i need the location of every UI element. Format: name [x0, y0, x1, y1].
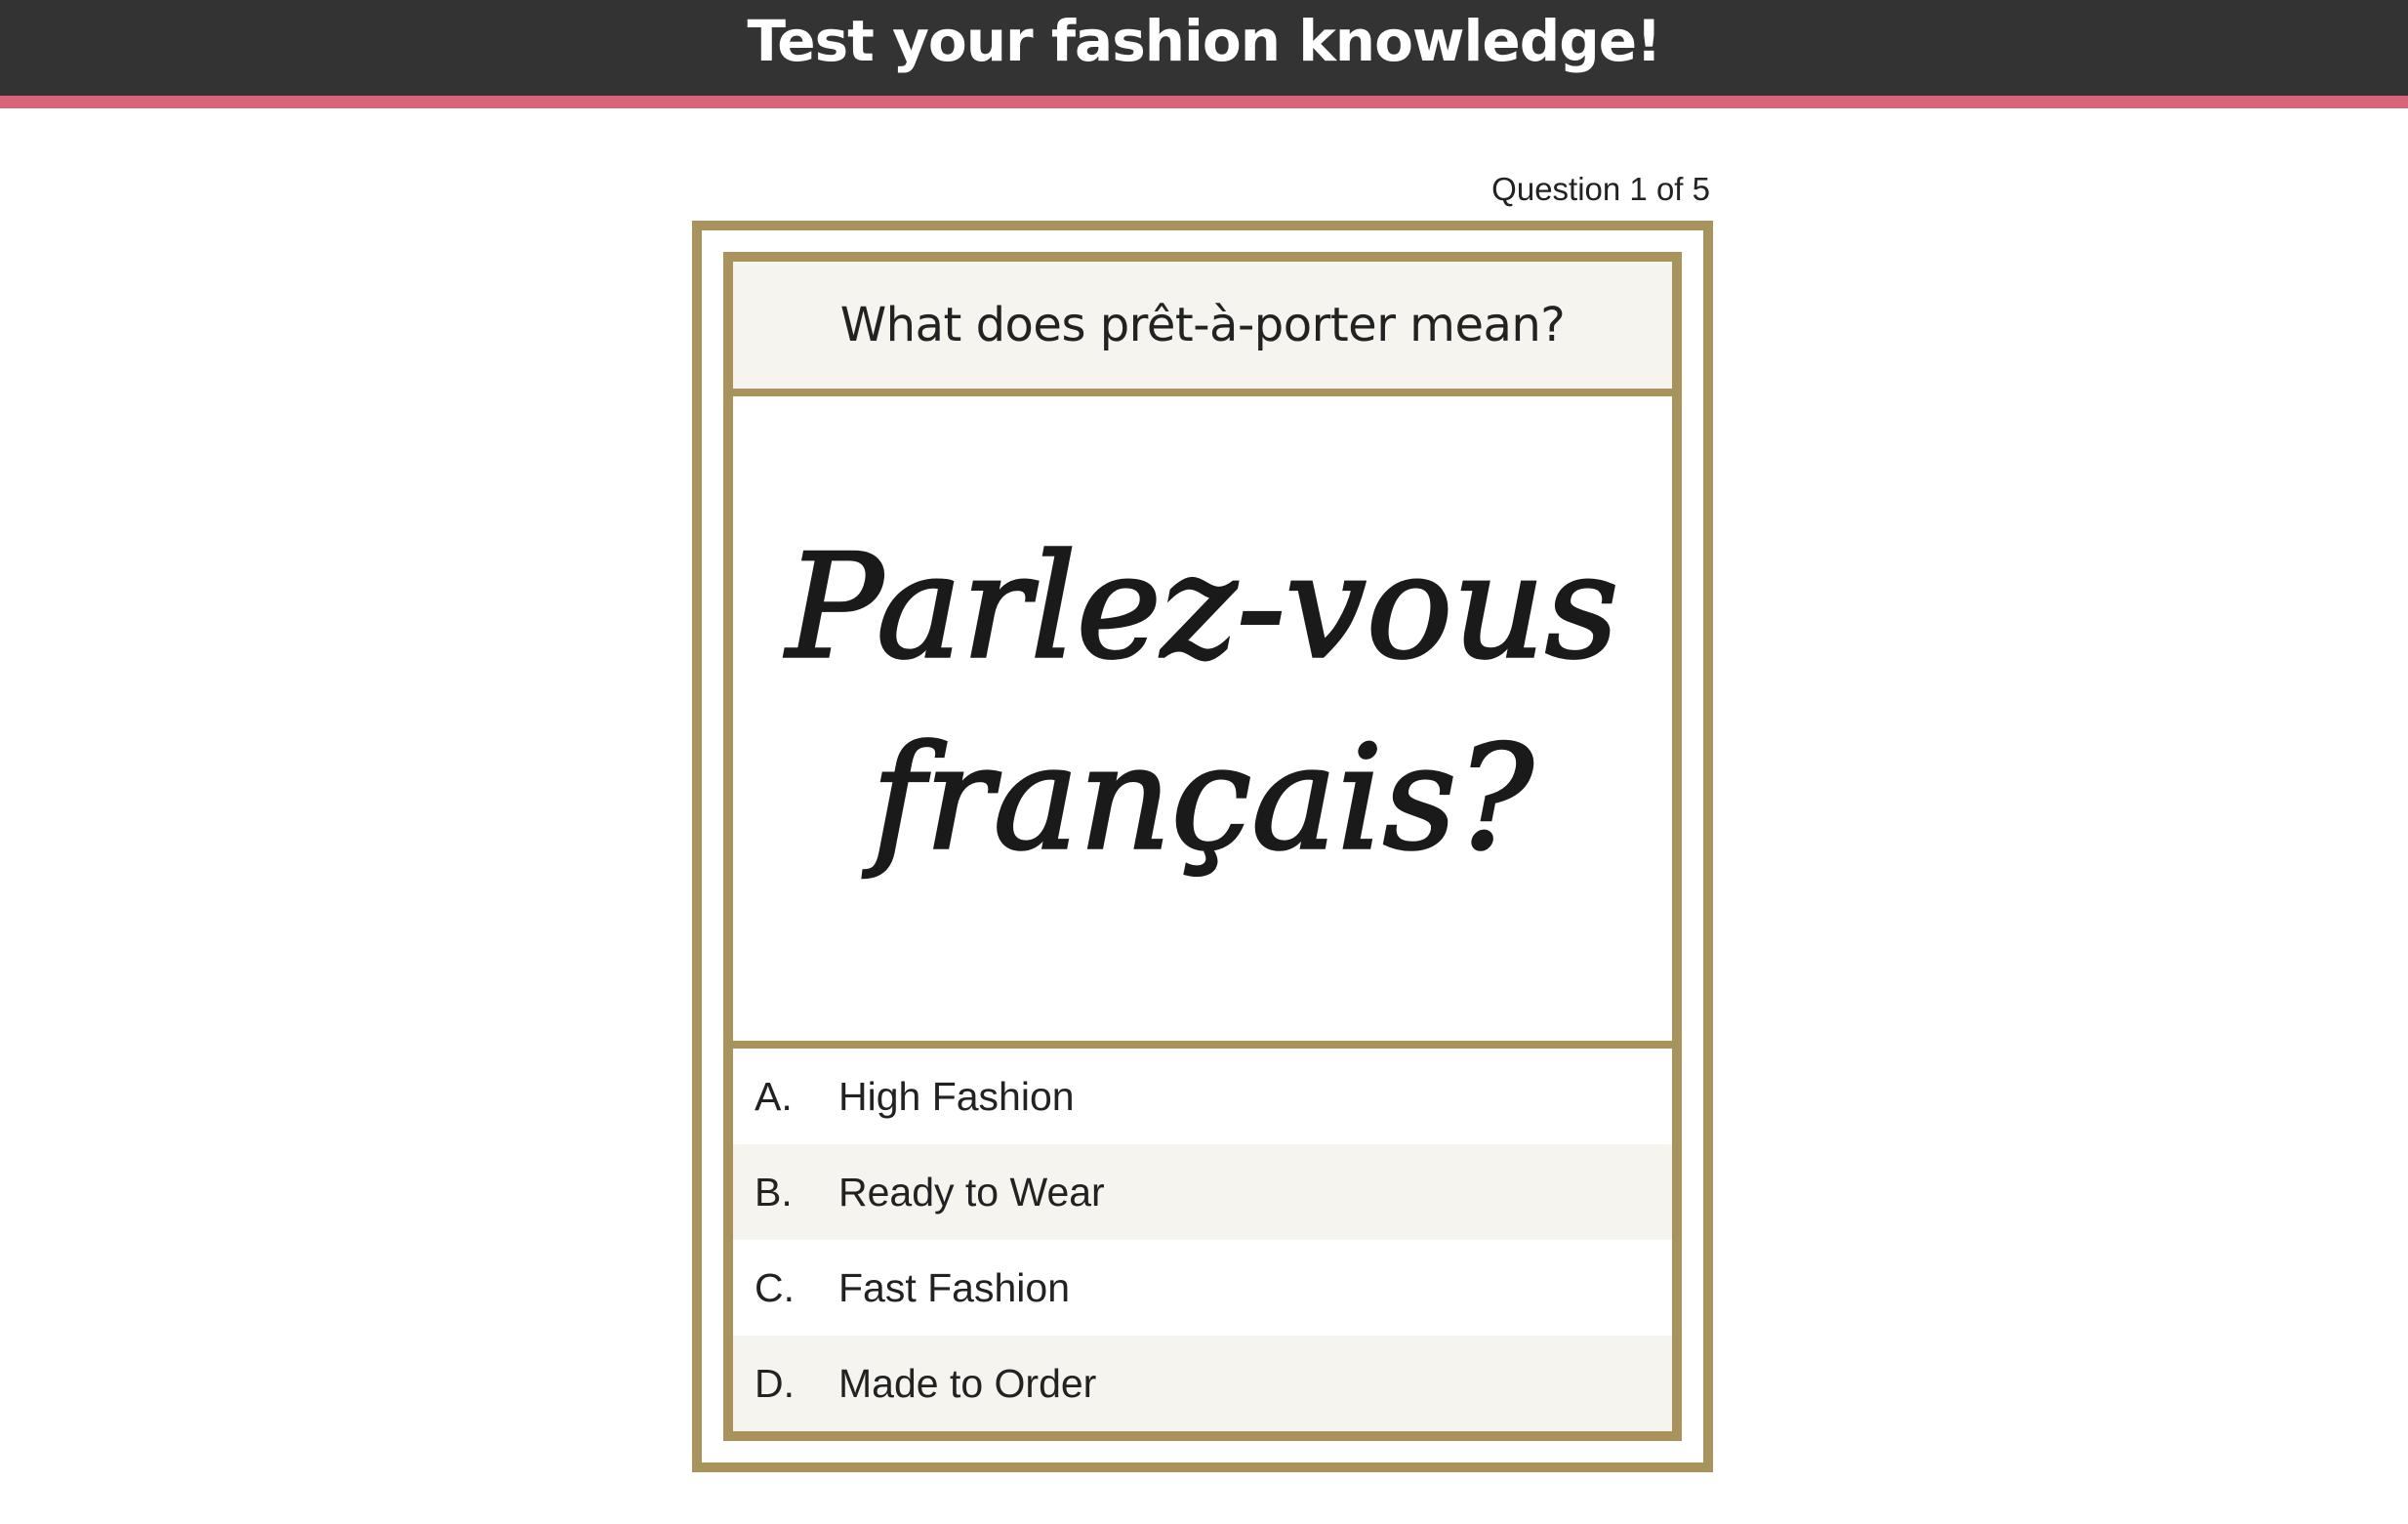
answer-text: Made to Order	[838, 1360, 1097, 1406]
answer-option-a[interactable]: A. High Fashion	[733, 1049, 1672, 1144]
question-progress: Question 1 of 5	[1491, 171, 1710, 207]
quiz-card: What does prêt-à-porter mean? Parlez-vou…	[692, 221, 1713, 1472]
answer-letter: C.	[755, 1264, 795, 1310]
answer-letter: B.	[755, 1169, 793, 1215]
header-bar: Test your fashion knowledge!	[0, 0, 2408, 96]
question-header: What does prêt-à-porter mean?	[733, 262, 1672, 397]
question-image: Parlez-vous français?	[733, 396, 1672, 1049]
answer-text: Ready to Wear	[838, 1169, 1105, 1215]
question-text: What does prêt-à-porter mean?	[839, 298, 1566, 353]
accent-divider	[0, 96, 2408, 108]
answer-option-c[interactable]: C. Fast Fashion	[733, 1240, 1672, 1336]
image-text-line-1: Parlez-vous	[784, 523, 1619, 690]
answer-letter: D.	[755, 1360, 795, 1406]
answer-option-b[interactable]: B. Ready to Wear	[733, 1144, 1672, 1240]
answer-list: A. High Fashion B. Ready to Wear C. Fast…	[733, 1049, 1672, 1431]
image-text-line-2: français?	[862, 715, 1534, 882]
page-title: Test your fashion knowledge!	[747, 8, 1661, 74]
answer-letter: A.	[755, 1073, 793, 1119]
answer-text: Fast Fashion	[838, 1264, 1070, 1310]
quiz-card-inner: What does prêt-à-porter mean? Parlez-vou…	[723, 252, 1682, 1441]
answer-option-d[interactable]: D. Made to Order	[733, 1336, 1672, 1431]
answer-text: High Fashion	[838, 1073, 1075, 1119]
script-lettering-image: Parlez-vous français?	[782, 522, 1620, 884]
